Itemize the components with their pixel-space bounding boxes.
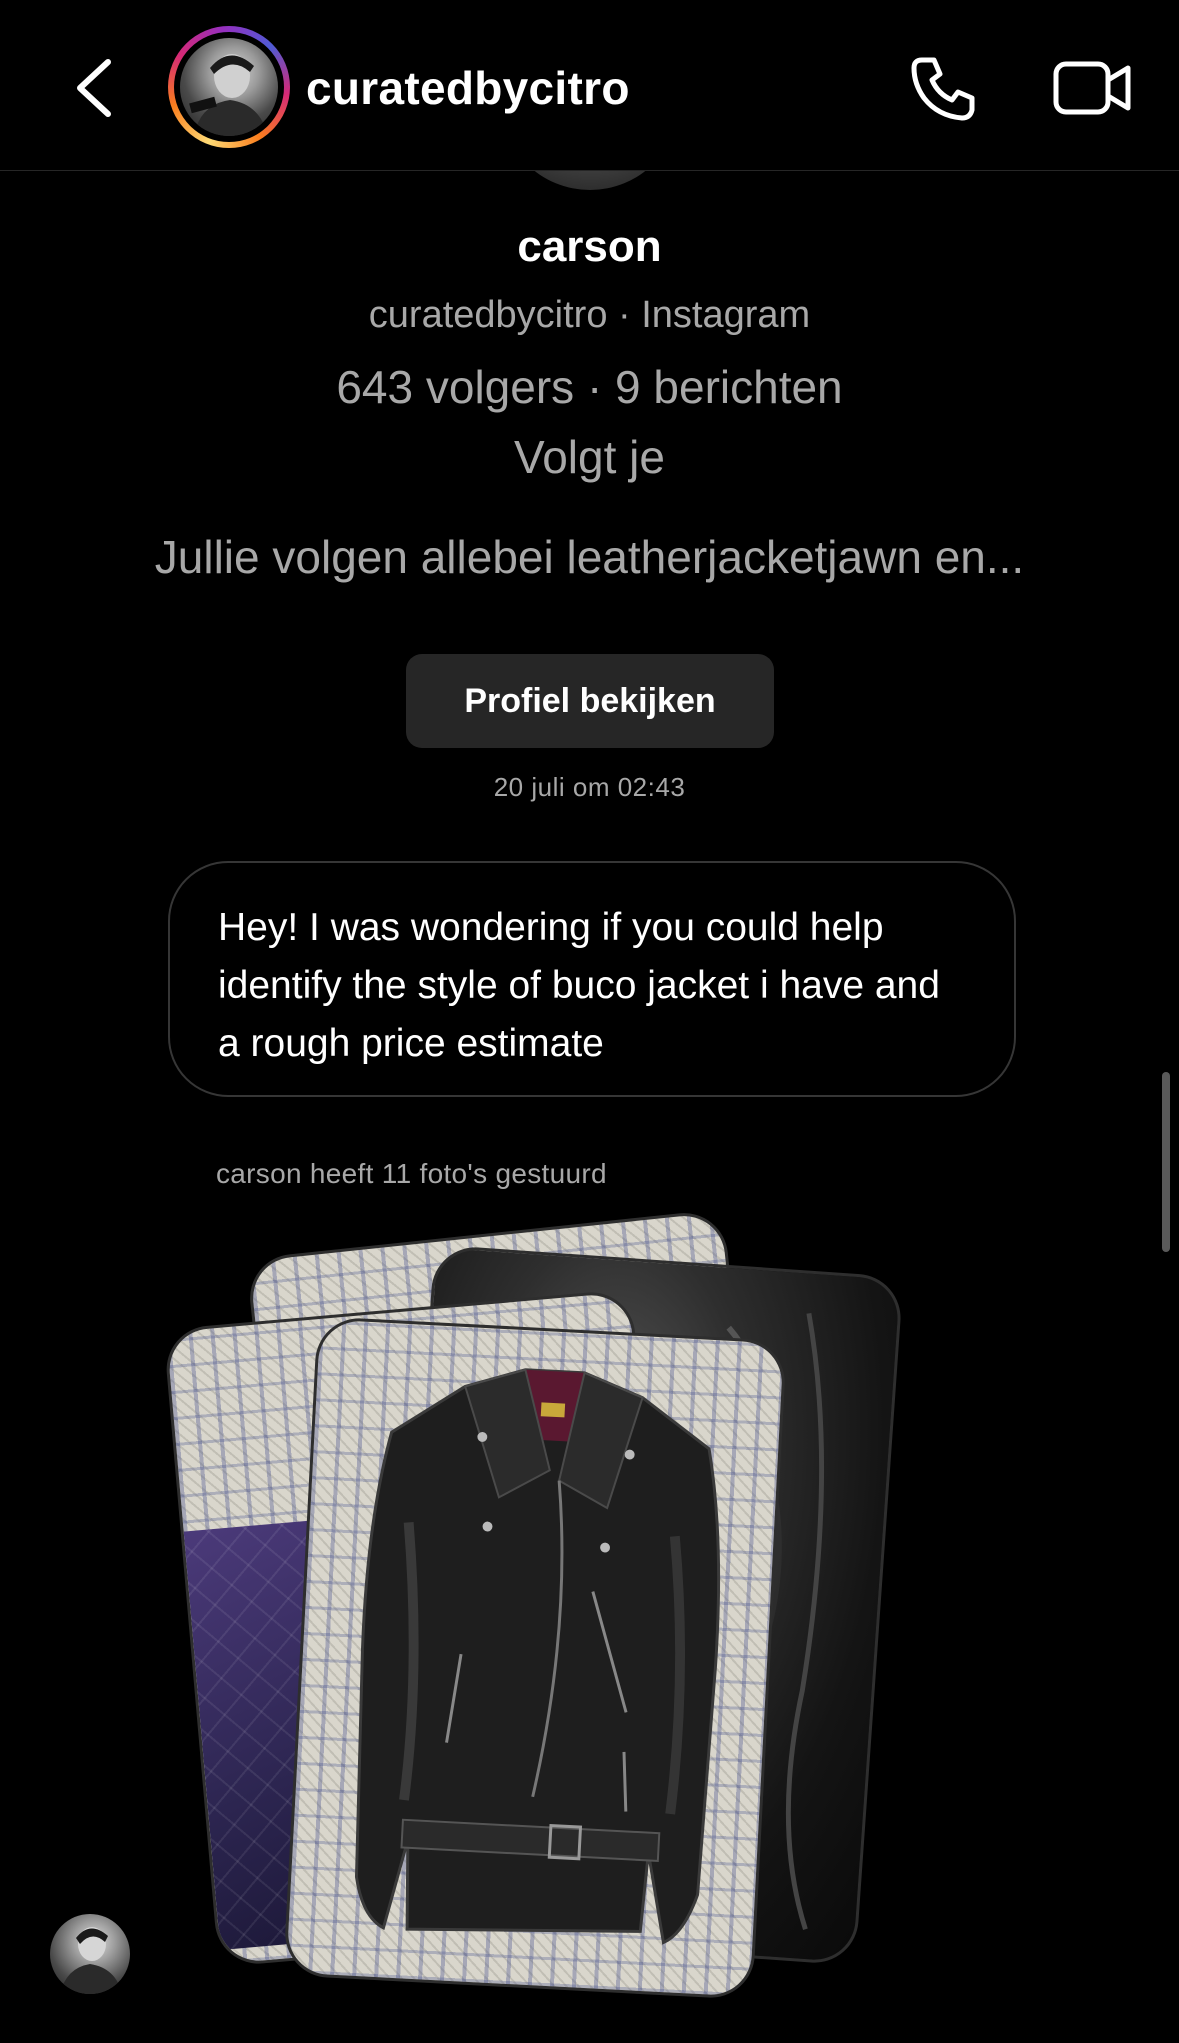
audio-call-button[interactable]: [908, 52, 980, 124]
avatar-photo-icon: [60, 1927, 122, 1994]
video-camera-icon: [1053, 61, 1131, 115]
profile-subtitle: curatedbycitro · Instagram: [368, 294, 811, 336]
phone-icon: [911, 57, 975, 121]
profile-name: carson: [517, 222, 662, 271]
video-call-button[interactable]: [1052, 54, 1134, 122]
chat-header: curatedbycitro: [0, 0, 1179, 171]
sender-avatar[interactable]: [50, 1914, 130, 1994]
follows-you-label: Volgt je: [514, 431, 665, 483]
back-button[interactable]: [64, 48, 124, 128]
message-text: Hey! I was wondering if you could help i…: [218, 906, 940, 1065]
photo-stack[interactable]: [163, 1208, 904, 2000]
mutual-followers: Jullie volgen allebei leatherjacketjawn …: [154, 531, 1025, 583]
view-profile-button[interactable]: Profiel bekijken: [406, 654, 774, 748]
header-username[interactable]: curatedbycitro: [306, 56, 630, 120]
photos-caption: carson heeft 11 foto's gestuurd: [216, 1158, 607, 1189]
scrollbar[interactable]: [1162, 1072, 1170, 1252]
avatar-photo-icon: [189, 54, 268, 136]
message-timestamp: 20 juli om 02:43: [493, 772, 686, 802]
leather-jacket-image: [354, 1368, 721, 1945]
profile-stats: 643 volgers · 9 berichten: [336, 361, 843, 413]
header-avatar[interactable]: [168, 26, 290, 148]
message-bubble[interactable]: Hey! I was wondering if you could help i…: [168, 861, 1016, 1097]
photo-card-front[interactable]: [283, 1316, 787, 2000]
chevron-left-icon: [77, 59, 111, 117]
